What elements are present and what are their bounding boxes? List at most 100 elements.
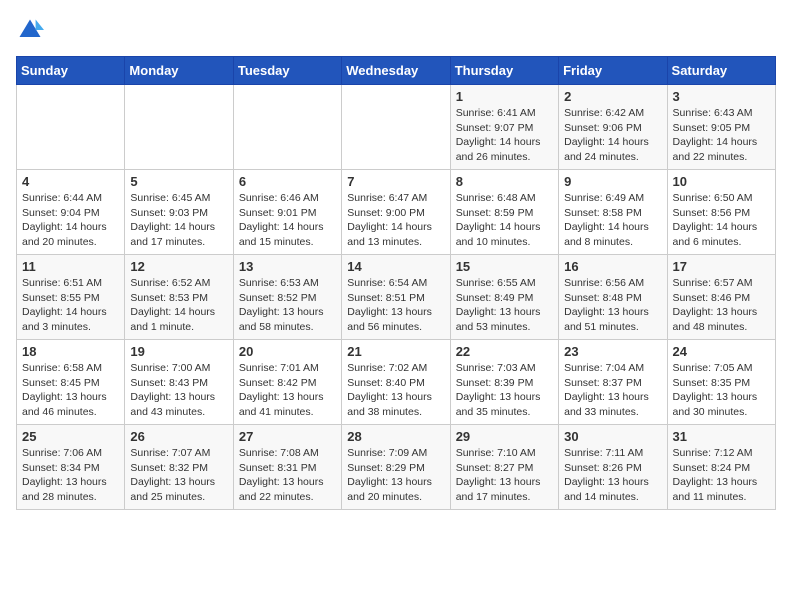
day-cell: 23 Sunrise: 7:04 AM Sunset: 8:37 PM Dayli… bbox=[559, 340, 667, 425]
day-info: Sunrise: 7:00 AM Sunset: 8:43 PM Dayligh… bbox=[130, 361, 227, 420]
day-number: 23 bbox=[564, 344, 661, 359]
day-number: 7 bbox=[347, 174, 444, 189]
day-info: Sunrise: 7:01 AM Sunset: 8:42 PM Dayligh… bbox=[239, 361, 336, 420]
week-row-4: 18 Sunrise: 6:58 AM Sunset: 8:45 PM Dayli… bbox=[17, 340, 776, 425]
day-number: 24 bbox=[673, 344, 770, 359]
day-cell: 16 Sunrise: 6:56 AM Sunset: 8:48 PM Dayli… bbox=[559, 255, 667, 340]
day-number: 1 bbox=[456, 89, 553, 104]
day-cell: 27 Sunrise: 7:08 AM Sunset: 8:31 PM Dayli… bbox=[233, 425, 341, 510]
day-info: Sunrise: 7:04 AM Sunset: 8:37 PM Dayligh… bbox=[564, 361, 661, 420]
day-info: Sunrise: 7:05 AM Sunset: 8:35 PM Dayligh… bbox=[673, 361, 770, 420]
day-number: 29 bbox=[456, 429, 553, 444]
day-cell: 29 Sunrise: 7:10 AM Sunset: 8:27 PM Dayli… bbox=[450, 425, 558, 510]
header-tuesday: Tuesday bbox=[233, 57, 341, 85]
header bbox=[16, 16, 776, 44]
day-number: 12 bbox=[130, 259, 227, 274]
day-cell: 24 Sunrise: 7:05 AM Sunset: 8:35 PM Dayli… bbox=[667, 340, 775, 425]
day-cell: 19 Sunrise: 7:00 AM Sunset: 8:43 PM Dayli… bbox=[125, 340, 233, 425]
day-number: 14 bbox=[347, 259, 444, 274]
day-number: 20 bbox=[239, 344, 336, 359]
day-number: 5 bbox=[130, 174, 227, 189]
logo bbox=[16, 16, 48, 44]
day-number: 31 bbox=[673, 429, 770, 444]
day-number: 13 bbox=[239, 259, 336, 274]
day-cell: 12 Sunrise: 6:52 AM Sunset: 8:53 PM Dayli… bbox=[125, 255, 233, 340]
calendar-table: SundayMondayTuesdayWednesdayThursdayFrid… bbox=[16, 56, 776, 510]
day-number: 4 bbox=[22, 174, 119, 189]
header-friday: Friday bbox=[559, 57, 667, 85]
week-row-5: 25 Sunrise: 7:06 AM Sunset: 8:34 PM Dayli… bbox=[17, 425, 776, 510]
day-info: Sunrise: 6:49 AM Sunset: 8:58 PM Dayligh… bbox=[564, 191, 661, 250]
day-cell: 28Sunrise: 7:09 AM Sunset: 8:29 PM Dayli… bbox=[342, 425, 450, 510]
day-number: 10 bbox=[673, 174, 770, 189]
day-number: 25 bbox=[22, 429, 119, 444]
header-monday: Monday bbox=[125, 57, 233, 85]
day-cell: 7 Sunrise: 6:47 AM Sunset: 9:00 PM Daylig… bbox=[342, 170, 450, 255]
day-cell: 26 Sunrise: 7:07 AM Sunset: 8:32 PM Dayli… bbox=[125, 425, 233, 510]
day-info: Sunrise: 7:03 AM Sunset: 8:39 PM Dayligh… bbox=[456, 361, 553, 420]
day-cell bbox=[17, 85, 125, 170]
day-number: 26 bbox=[130, 429, 227, 444]
day-cell: 9 Sunrise: 6:49 AM Sunset: 8:58 PM Daylig… bbox=[559, 170, 667, 255]
day-info: Sunrise: 6:42 AM Sunset: 9:06 PM Dayligh… bbox=[564, 106, 661, 165]
day-info: Sunrise: 6:44 AM Sunset: 9:04 PM Dayligh… bbox=[22, 191, 119, 250]
day-info: Sunrise: 6:52 AM Sunset: 8:53 PM Dayligh… bbox=[130, 276, 227, 335]
week-row-2: 4 Sunrise: 6:44 AM Sunset: 9:04 PM Daylig… bbox=[17, 170, 776, 255]
day-info: Sunrise: 6:55 AM Sunset: 8:49 PM Dayligh… bbox=[456, 276, 553, 335]
day-cell: 1 Sunrise: 6:41 AM Sunset: 9:07 PM Daylig… bbox=[450, 85, 558, 170]
day-number: 15 bbox=[456, 259, 553, 274]
day-number: 9 bbox=[564, 174, 661, 189]
day-info: Sunrise: 6:45 AM Sunset: 9:03 PM Dayligh… bbox=[130, 191, 227, 250]
header-saturday: Saturday bbox=[667, 57, 775, 85]
day-cell: 22Sunrise: 7:03 AM Sunset: 8:39 PM Dayli… bbox=[450, 340, 558, 425]
day-number: 16 bbox=[564, 259, 661, 274]
header-wednesday: Wednesday bbox=[342, 57, 450, 85]
day-number: 19 bbox=[130, 344, 227, 359]
day-info: Sunrise: 6:48 AM Sunset: 8:59 PM Dayligh… bbox=[456, 191, 553, 250]
day-info: Sunrise: 7:08 AM Sunset: 8:31 PM Dayligh… bbox=[239, 446, 336, 505]
day-cell: 2 Sunrise: 6:42 AM Sunset: 9:06 PM Daylig… bbox=[559, 85, 667, 170]
week-row-3: 11 Sunrise: 6:51 AM Sunset: 8:55 PM Dayli… bbox=[17, 255, 776, 340]
day-info: Sunrise: 7:06 AM Sunset: 8:34 PM Dayligh… bbox=[22, 446, 119, 505]
day-cell: 11 Sunrise: 6:51 AM Sunset: 8:55 PM Dayli… bbox=[17, 255, 125, 340]
day-number: 27 bbox=[239, 429, 336, 444]
day-info: Sunrise: 6:46 AM Sunset: 9:01 PM Dayligh… bbox=[239, 191, 336, 250]
day-info: Sunrise: 6:47 AM Sunset: 9:00 PM Dayligh… bbox=[347, 191, 444, 250]
header-sunday: Sunday bbox=[17, 57, 125, 85]
day-cell bbox=[342, 85, 450, 170]
day-info: Sunrise: 6:54 AM Sunset: 8:51 PM Dayligh… bbox=[347, 276, 444, 335]
day-cell: 5 Sunrise: 6:45 AM Sunset: 9:03 PM Daylig… bbox=[125, 170, 233, 255]
day-number: 6 bbox=[239, 174, 336, 189]
day-number: 18 bbox=[22, 344, 119, 359]
day-cell: 31 Sunrise: 7:12 AM Sunset: 8:24 PM Dayli… bbox=[667, 425, 775, 510]
day-number: 3 bbox=[673, 89, 770, 104]
day-info: Sunrise: 6:56 AM Sunset: 8:48 PM Dayligh… bbox=[564, 276, 661, 335]
day-number: 11 bbox=[22, 259, 119, 274]
day-info: Sunrise: 6:58 AM Sunset: 8:45 PM Dayligh… bbox=[22, 361, 119, 420]
day-info: Sunrise: 7:10 AM Sunset: 8:27 PM Dayligh… bbox=[456, 446, 553, 505]
day-info: Sunrise: 6:50 AM Sunset: 8:56 PM Dayligh… bbox=[673, 191, 770, 250]
day-info: Sunrise: 6:51 AM Sunset: 8:55 PM Dayligh… bbox=[22, 276, 119, 335]
day-info: Sunrise: 6:43 AM Sunset: 9:05 PM Dayligh… bbox=[673, 106, 770, 165]
day-cell: 3 Sunrise: 6:43 AM Sunset: 9:05 PM Daylig… bbox=[667, 85, 775, 170]
header-thursday: Thursday bbox=[450, 57, 558, 85]
day-cell: 21 Sunrise: 7:02 AM Sunset: 8:40 PM Dayli… bbox=[342, 340, 450, 425]
day-number: 2 bbox=[564, 89, 661, 104]
day-cell: 25 Sunrise: 7:06 AM Sunset: 8:34 PM Dayli… bbox=[17, 425, 125, 510]
logo-icon bbox=[16, 16, 44, 44]
day-cell bbox=[233, 85, 341, 170]
day-number: 17 bbox=[673, 259, 770, 274]
day-info: Sunrise: 6:41 AM Sunset: 9:07 PM Dayligh… bbox=[456, 106, 553, 165]
day-info: Sunrise: 6:53 AM Sunset: 8:52 PM Dayligh… bbox=[239, 276, 336, 335]
day-number: 21 bbox=[347, 344, 444, 359]
day-info: Sunrise: 7:09 AM Sunset: 8:29 PM Dayligh… bbox=[347, 446, 444, 505]
day-cell: 17 Sunrise: 6:57 AM Sunset: 8:46 PM Dayli… bbox=[667, 255, 775, 340]
day-cell: 15 Sunrise: 6:55 AM Sunset: 8:49 PM Dayli… bbox=[450, 255, 558, 340]
day-info: Sunrise: 6:57 AM Sunset: 8:46 PM Dayligh… bbox=[673, 276, 770, 335]
day-info: Sunrise: 7:12 AM Sunset: 8:24 PM Dayligh… bbox=[673, 446, 770, 505]
day-cell: 30Sunrise: 7:11 AM Sunset: 8:26 PM Dayli… bbox=[559, 425, 667, 510]
day-info: Sunrise: 7:07 AM Sunset: 8:32 PM Dayligh… bbox=[130, 446, 227, 505]
day-cell: 14 Sunrise: 6:54 AM Sunset: 8:51 PM Dayli… bbox=[342, 255, 450, 340]
day-info: Sunrise: 7:02 AM Sunset: 8:40 PM Dayligh… bbox=[347, 361, 444, 420]
day-cell: 4 Sunrise: 6:44 AM Sunset: 9:04 PM Daylig… bbox=[17, 170, 125, 255]
